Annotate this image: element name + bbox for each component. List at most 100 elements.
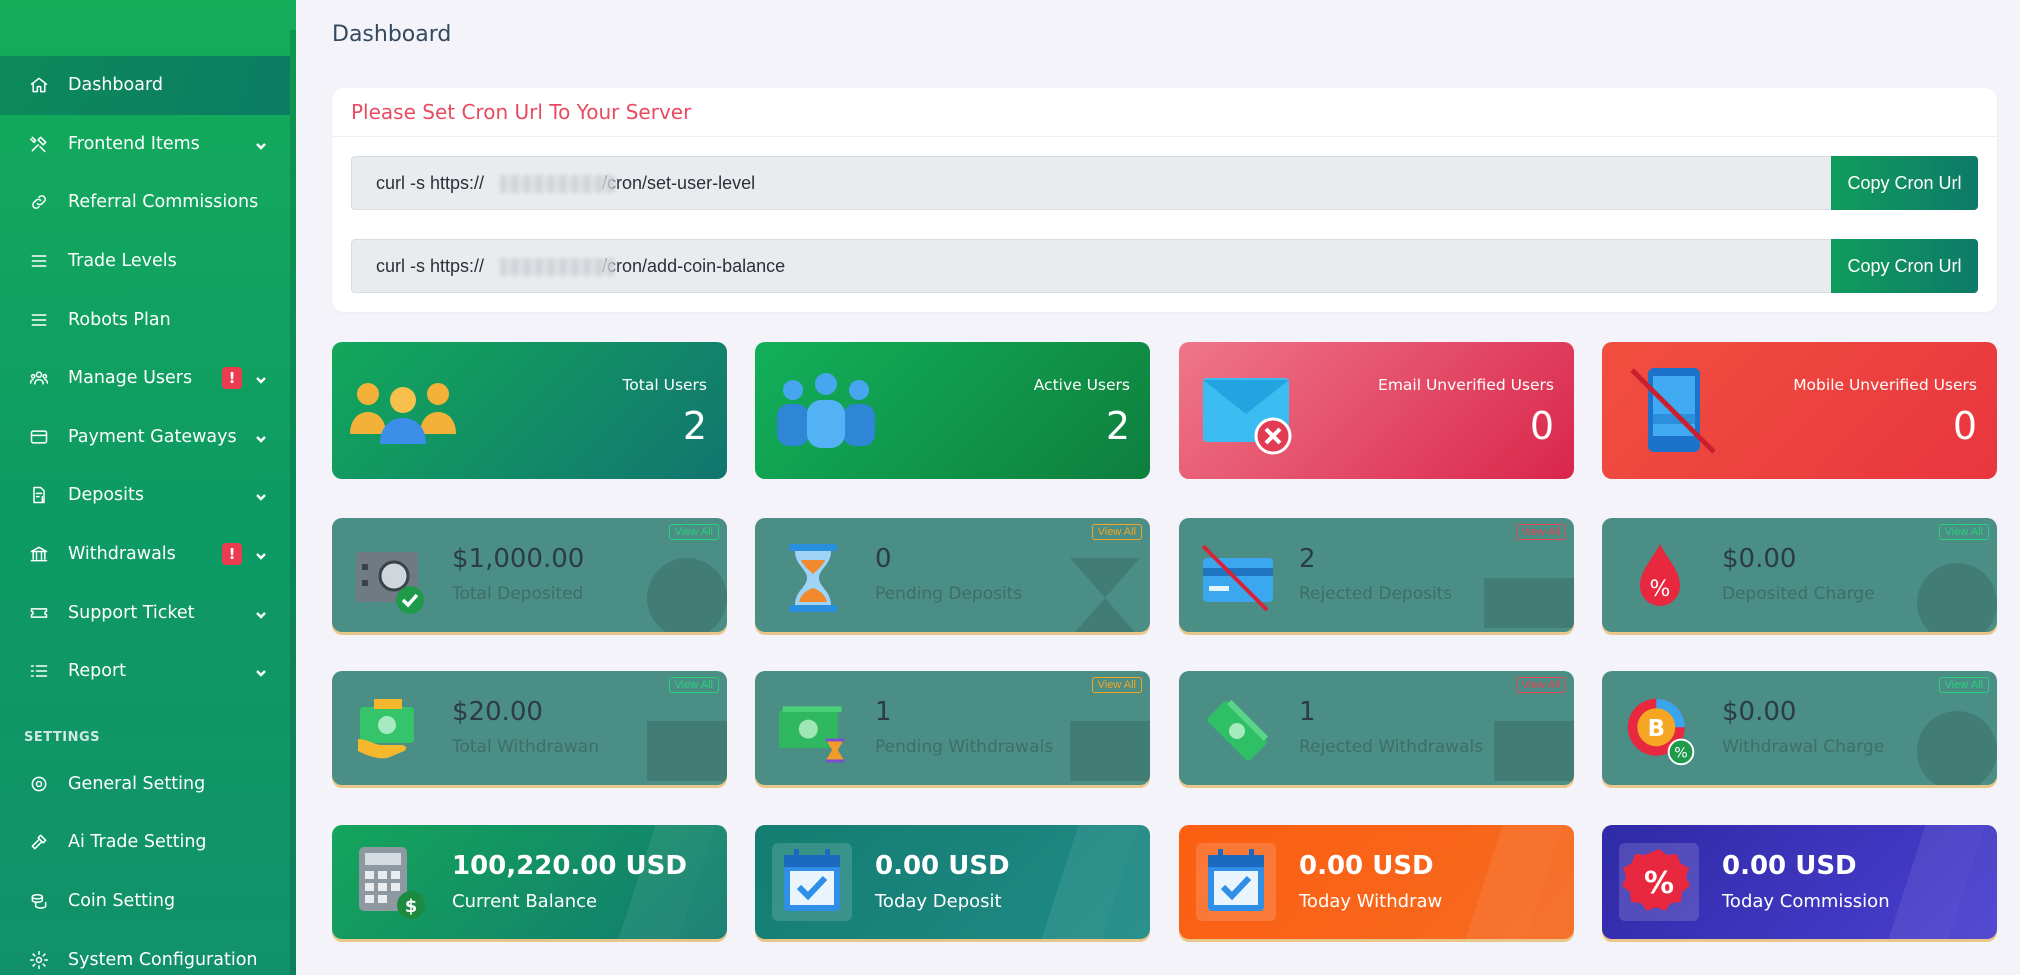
- cron-row: curl -s https:// /cron/add-coin-balance …: [351, 239, 1978, 293]
- stat-label: Mobile Unverified Users: [1793, 376, 1977, 394]
- sidebar-menu: Dashboard Frontend Items Referral Commis…: [0, 56, 290, 975]
- mobile-unverified-icon: [1630, 368, 1716, 454]
- sidebar-item-report[interactable]: Report: [0, 642, 290, 701]
- stat-card-total-users[interactable]: Total Users 2: [332, 342, 727, 479]
- sidebar-item-manage-users[interactable]: Manage Users !: [0, 349, 290, 408]
- svg-text:B: B: [1648, 716, 1665, 742]
- hourglass-icon: [789, 544, 837, 612]
- stat-card-withdrawal-charge[interactable]: B % $0.00 Withdrawal Charge View All: [1602, 671, 1997, 785]
- sidebar-item-label: Coin Setting: [68, 891, 176, 912]
- sidebar-item-ai-trade-setting[interactable]: Ai Trade Setting: [0, 813, 290, 872]
- sidebar-item-label: Manage Users: [68, 368, 193, 389]
- calendar-check-icon: [772, 843, 852, 921]
- settings-heading: SETTINGS: [24, 729, 101, 745]
- sidebar: Dashboard Frontend Items Referral Commis…: [0, 0, 296, 975]
- sidebar-item-robots-plan[interactable]: Robots Plan: [0, 290, 290, 349]
- stat-card-today-commission[interactable]: % 0.00 USD Today Commission: [1602, 825, 1997, 939]
- stat-card-current-balance[interactable]: $ 100,220.00 USD Current Balance: [332, 825, 727, 939]
- sidebar-item-system-configuration[interactable]: System Configuration: [0, 930, 290, 975]
- stat-card-email-unverified[interactable]: Email Unverified Users 0: [1179, 342, 1574, 479]
- safe-watermark-icon: [647, 558, 727, 632]
- balance-label: Today Deposit: [875, 891, 1002, 912]
- sidebar-item-general-setting[interactable]: General Setting: [0, 755, 290, 814]
- cron-url-field[interactable]: curl -s https:// /cron/add-coin-balance: [351, 239, 1831, 293]
- stat-value: 1: [875, 697, 892, 727]
- chevron-down-icon: [254, 372, 268, 386]
- stat-value: 1: [1299, 697, 1316, 727]
- stat-value: $1,000.00: [452, 544, 585, 574]
- stat-value: 0: [875, 544, 892, 574]
- percent-badge-icon: %: [1619, 843, 1699, 921]
- view-all-button[interactable]: View All: [1091, 677, 1142, 693]
- stat-value: 2: [1299, 544, 1316, 574]
- tools-icon: [28, 133, 50, 155]
- sidebar-item-label: Robots Plan: [68, 309, 171, 330]
- sidebar-item-dashboard[interactable]: Dashboard: [0, 56, 290, 115]
- stat-card-today-deposit[interactable]: 0.00 USD Today Deposit: [755, 825, 1150, 939]
- chevron-down-icon: [254, 607, 268, 621]
- cron-row: curl -s https:// /cron/set-user-level Co…: [351, 156, 1978, 210]
- stat-card-total-deposited[interactable]: $1,000.00 Total Deposited View All: [332, 518, 727, 632]
- cash-watermark-icon: [1070, 721, 1150, 781]
- svg-text:$: $: [405, 896, 418, 917]
- home-icon: [28, 74, 50, 96]
- balance-value: 100,220.00 USD: [452, 851, 687, 881]
- stat-label: Pending Deposits: [875, 584, 1023, 604]
- stat-label: Withdrawal Charge: [1722, 737, 1885, 757]
- view-all-button[interactable]: View All: [1091, 524, 1142, 540]
- sidebar-item-trade-levels[interactable]: Trade Levels: [0, 232, 290, 291]
- stat-card-rejected-deposits[interactable]: 2 Rejected Deposits View All: [1179, 518, 1574, 632]
- stat-value: $20.00: [452, 697, 543, 727]
- view-all-button[interactable]: View All: [668, 524, 719, 540]
- email-unverified-icon: [1203, 378, 1292, 455]
- cron-url-field[interactable]: curl -s https:// /cron/set-user-level: [351, 156, 1831, 210]
- cron-url-suffix: /cron/add-coin-balance: [602, 255, 786, 276]
- bank-icon: [28, 543, 50, 565]
- sidebar-item-referral-commissions[interactable]: Referral Commissions: [0, 173, 290, 232]
- view-all-button[interactable]: View All: [1938, 677, 1989, 693]
- sidebar-item-deposits[interactable]: Deposits: [0, 466, 290, 525]
- stat-card-deposited-charge[interactable]: % $0.00 Deposited Charge View All: [1602, 518, 1997, 632]
- sidebar-item-coin-setting[interactable]: Coin Setting: [0, 872, 290, 931]
- stat-card-mobile-unverified[interactable]: Mobile Unverified Users 0: [1602, 342, 1997, 479]
- view-all-button[interactable]: View All: [1515, 677, 1566, 693]
- stat-card-rejected-withdrawals[interactable]: 1 Rejected Withdrawals View All: [1179, 671, 1574, 785]
- sidebar-item-label: Deposits: [68, 485, 145, 506]
- stat-card-today-withdraw[interactable]: 0.00 USD Today Withdraw: [1179, 825, 1574, 939]
- stat-label: Active Users: [1033, 376, 1130, 394]
- ticket-icon: [28, 602, 50, 624]
- users-group-icon: [350, 383, 456, 444]
- bitcoin-percent-icon: B %: [1627, 698, 1695, 766]
- sidebar-item-payment-gateways[interactable]: Payment Gateways: [0, 408, 290, 467]
- stat-label: Pending Withdrawals: [875, 737, 1054, 757]
- copy-cron-url-button[interactable]: Copy Cron Url: [1831, 156, 1978, 210]
- view-all-button[interactable]: View All: [1515, 524, 1566, 540]
- stat-value: 2: [682, 404, 707, 448]
- chevron-down-icon: [254, 548, 268, 562]
- stat-card-total-withdrawn[interactable]: $20.00 Total Withdrawan View All: [332, 671, 727, 785]
- stat-card-pending-withdrawals[interactable]: 1 Pending Withdrawals View All: [755, 671, 1150, 785]
- list-icon: [28, 250, 50, 272]
- card-watermark-icon: [1484, 578, 1574, 628]
- calculator-icon: $: [359, 847, 425, 919]
- sidebar-item-label: Ai Trade Setting: [68, 832, 207, 853]
- percent-watermark-icon: [1917, 563, 1997, 632]
- view-all-button[interactable]: View All: [668, 677, 719, 693]
- redaction-blur: [500, 175, 615, 193]
- view-all-button[interactable]: View All: [1938, 524, 1989, 540]
- chevron-down-icon: [254, 665, 268, 679]
- balance-value: 0.00 USD: [1722, 851, 1857, 881]
- sidebar-item-frontend-items[interactable]: Frontend Items: [0, 115, 290, 174]
- file-dollar-icon: [28, 484, 50, 506]
- bitcoin-watermark-icon: [1917, 711, 1997, 785]
- copy-cron-url-button[interactable]: Copy Cron Url: [1831, 239, 1978, 293]
- stat-value: 0: [1529, 404, 1554, 448]
- stat-label: Total Users: [622, 376, 707, 394]
- sidebar-item-withdrawals[interactable]: Withdrawals !: [0, 525, 290, 584]
- stat-card-active-users[interactable]: Active Users 2: [755, 342, 1150, 479]
- credit-card-icon: [28, 426, 50, 448]
- sidebar-item-support-ticket[interactable]: Support Ticket: [0, 583, 290, 642]
- stat-card-pending-deposits[interactable]: 0 Pending Deposits View All: [755, 518, 1150, 632]
- stat-label: Email Unverified Users: [1378, 376, 1554, 394]
- cash-watermark-icon: [1494, 721, 1574, 781]
